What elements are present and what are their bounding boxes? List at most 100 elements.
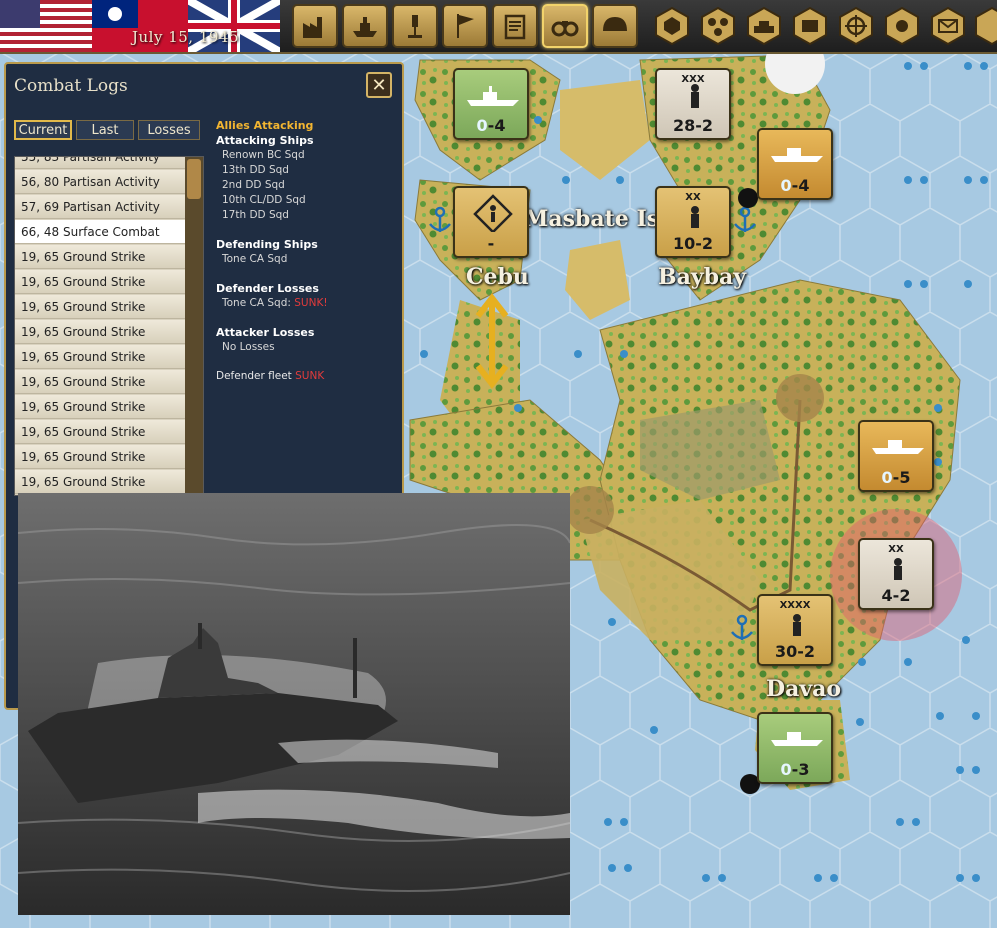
counter-value-b: -2 bbox=[695, 234, 714, 253]
ship-icon bbox=[771, 148, 823, 162]
list-item[interactable]: 19, 65 Ground Strike bbox=[15, 270, 185, 294]
counter-value-b: -4 bbox=[791, 176, 810, 195]
army-counter[interactable]: XXX 28-2 bbox=[655, 68, 731, 140]
attacker-losses-value: No Losses bbox=[222, 341, 275, 353]
davao-army-counter[interactable]: XXXX 30-2 bbox=[757, 594, 833, 666]
attacking-ship: 17th DD Sqd bbox=[222, 209, 289, 221]
army-button[interactable] bbox=[592, 4, 638, 48]
city-label-cebu: Cebu bbox=[466, 264, 529, 290]
game-screen: Cebu Masbate Islan Baybay Davao 0-4 XXX … bbox=[0, 0, 997, 928]
reports-button[interactable] bbox=[492, 4, 538, 48]
uk-fleet-east-counter[interactable]: 0-5 bbox=[858, 420, 934, 492]
warship-photo bbox=[18, 493, 570, 915]
baybay-division-counter[interactable]: XX 10-2 bbox=[655, 186, 731, 258]
panel-title: Combat Logs bbox=[14, 76, 128, 96]
flag-icon bbox=[457, 14, 474, 38]
tab-current[interactable]: Current bbox=[14, 120, 72, 140]
counter-value-a: 0 bbox=[881, 468, 893, 487]
production-button[interactable] bbox=[292, 4, 338, 48]
uk-fleet-counter[interactable]: 0-4 bbox=[757, 128, 833, 200]
list-item[interactable]: 19, 65 Ground Strike bbox=[15, 320, 185, 344]
scrollbar-thumb[interactable] bbox=[187, 159, 201, 199]
combat-detail: Allies Attacking Attacking Ships Renown … bbox=[216, 118, 401, 384]
hex-cluster-icon bbox=[701, 6, 735, 46]
counter-value-a: 28 bbox=[672, 116, 696, 135]
ship-icon bbox=[467, 86, 519, 106]
sunk-status: SUNK! bbox=[294, 297, 328, 309]
combat-log-list[interactable]: 55, 83 Partisan Activity 56, 80 Partisan… bbox=[14, 156, 204, 496]
counter-value-a: 0 bbox=[476, 116, 488, 135]
naval-button[interactable] bbox=[342, 4, 388, 48]
helmet-icon bbox=[603, 17, 627, 31]
counter-value-b: -2 bbox=[892, 586, 911, 605]
scrollbar[interactable] bbox=[185, 157, 203, 495]
factory-icon bbox=[303, 17, 322, 38]
counter-value-b: -3 bbox=[791, 760, 810, 779]
diplomacy-button[interactable] bbox=[442, 4, 488, 48]
ship-icon bbox=[771, 732, 823, 746]
counter-value-a: 30 bbox=[774, 642, 798, 661]
counter-value-b: -5 bbox=[892, 468, 911, 487]
ship-icon bbox=[872, 440, 924, 454]
counter-value-a: 0 bbox=[780, 176, 792, 195]
infantry-icon bbox=[691, 206, 699, 228]
hex-single-button[interactable] bbox=[652, 6, 692, 46]
infantry-icon bbox=[691, 84, 699, 108]
supply-icon bbox=[793, 6, 827, 46]
extra-button[interactable] bbox=[972, 6, 997, 46]
messages-button[interactable] bbox=[928, 6, 968, 46]
list-item[interactable]: 19, 65 Ground Strike bbox=[15, 345, 185, 369]
list-item[interactable]: 19, 65 Ground Strike bbox=[15, 370, 185, 394]
list-item[interactable]: 56, 80 Partisan Activity bbox=[15, 170, 185, 194]
list-item[interactable]: 19, 65 Ground Strike bbox=[15, 295, 185, 319]
list-item-selected[interactable]: 66, 48 Surface Combat bbox=[15, 220, 185, 244]
tank-icon bbox=[747, 6, 781, 46]
intelligence-button[interactable] bbox=[542, 4, 588, 48]
infantry-icon bbox=[894, 558, 902, 580]
attacking-ship: 10th CL/DD Sqd bbox=[222, 194, 306, 206]
counter-value-a: - bbox=[487, 234, 495, 253]
list-item[interactable]: 57, 69 Partisan Activity bbox=[15, 195, 185, 219]
counter-value-b: -2 bbox=[797, 642, 816, 661]
list-item[interactable]: 19, 65 Ground Strike bbox=[15, 395, 185, 419]
city-label-davao: Davao bbox=[766, 676, 842, 702]
list-item[interactable]: 19, 65 Ground Strike bbox=[15, 445, 185, 469]
envelope-icon bbox=[931, 6, 965, 46]
tab-last[interactable]: Last bbox=[76, 120, 134, 140]
defending-ship: Tone CA Sqd bbox=[222, 253, 288, 265]
defender-loss-unit: Tone CA Sqd: bbox=[222, 297, 291, 309]
attacking-ship: 2nd DD Sqd bbox=[222, 179, 285, 191]
infantry-icon bbox=[793, 614, 801, 636]
counter-value-a: 10 bbox=[672, 234, 696, 253]
list-item[interactable]: 19, 65 Ground Strike bbox=[15, 245, 185, 269]
attacking-ship: 13th DD Sqd bbox=[222, 164, 289, 176]
defending-ships-heading: Defending Ships bbox=[216, 238, 318, 251]
supply-button[interactable] bbox=[790, 6, 830, 46]
game-date: July 15, 1945 bbox=[132, 28, 240, 46]
enemy-division-counter[interactable]: XX 4-2 bbox=[858, 538, 934, 610]
sun-icon bbox=[885, 6, 919, 46]
counter-value-a: 4 bbox=[881, 586, 893, 605]
defender-fleet-label: Defender fleet bbox=[216, 370, 292, 382]
city-label-baybay: Baybay bbox=[658, 264, 747, 290]
weather-button[interactable] bbox=[882, 6, 922, 46]
list-item[interactable]: 55, 83 Partisan Activity bbox=[15, 157, 185, 169]
base-diamond-icon bbox=[473, 194, 513, 232]
attacking-ship: Renown BC Sqd bbox=[222, 149, 305, 161]
list-item[interactable]: 19, 65 Ground Strike bbox=[15, 470, 185, 494]
us-fleet-counter[interactable]: 0-4 bbox=[453, 68, 529, 140]
us-flag-icon[interactable] bbox=[0, 0, 92, 52]
us-fleet-south-counter[interactable]: 0-3 bbox=[757, 712, 833, 784]
clipboard-icon bbox=[504, 14, 526, 40]
target-button[interactable] bbox=[836, 6, 876, 46]
tab-losses[interactable]: Losses bbox=[138, 120, 200, 140]
research-button[interactable] bbox=[392, 4, 438, 48]
attacker-losses-heading: Attacker Losses bbox=[216, 326, 315, 339]
tank-button[interactable] bbox=[744, 6, 784, 46]
close-button[interactable]: ✕ bbox=[366, 72, 392, 98]
list-item[interactable]: 19, 65 Ground Strike bbox=[15, 420, 185, 444]
hexagon-icon bbox=[655, 6, 689, 46]
cebu-base-counter[interactable]: - bbox=[453, 186, 529, 258]
counter-value-a: 0 bbox=[780, 760, 792, 779]
hex-group-button[interactable] bbox=[698, 6, 738, 46]
